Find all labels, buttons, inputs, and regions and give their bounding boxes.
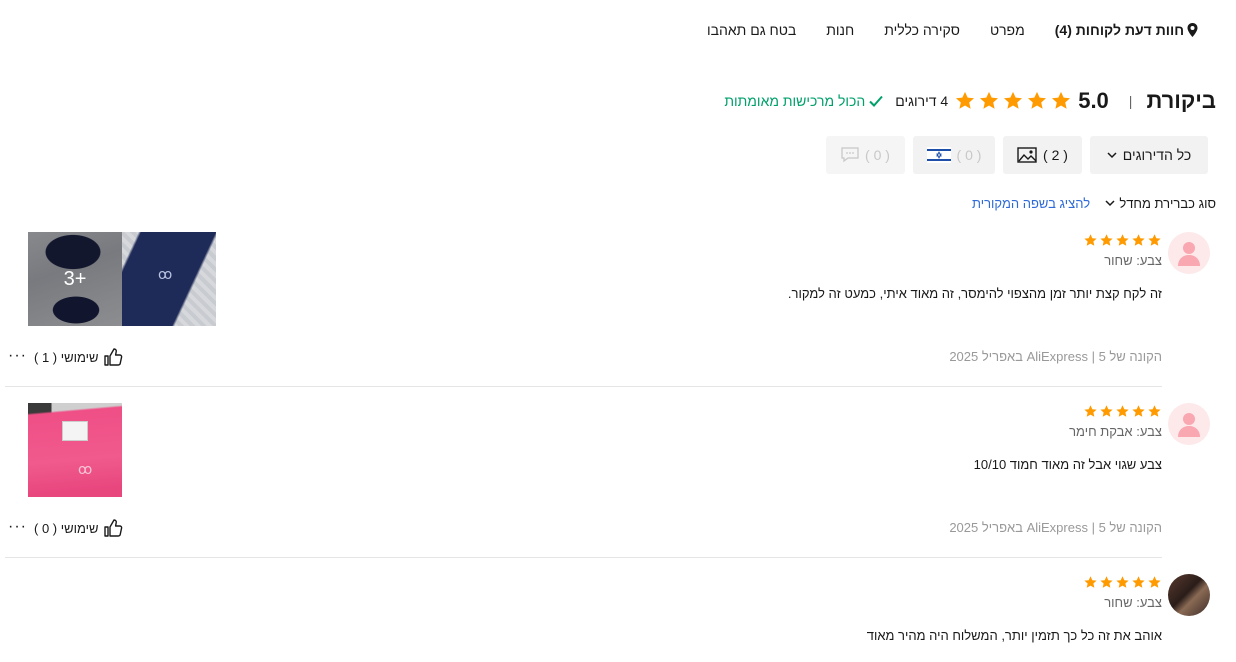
tab-specifications[interactable]: מפרט [990, 22, 1025, 38]
review-meta: הקונה של AliExpress | 5 באפריל 2025 [949, 520, 1162, 535]
star-icon [1004, 91, 1023, 109]
tab-label: חנות [826, 22, 855, 38]
review-photo-more[interactable]: 3+ [28, 232, 122, 326]
review-text: אוהב את זה כל כך תזמין יותר, המשלוח היה … [866, 628, 1162, 643]
star-icon [1028, 91, 1047, 109]
avatar [1168, 232, 1210, 274]
verified-purchases: הכול מרכישות מאומתות [724, 93, 883, 109]
tab-store[interactable]: חנות [826, 22, 854, 38]
helpful-button[interactable]: שימושי ( 0 ) [34, 518, 123, 538]
filter-local-country[interactable]: ( 0 ) [913, 136, 995, 174]
user-icon [1178, 242, 1200, 266]
header-separator: | [1128, 93, 1133, 109]
comments-count: ( 0 ) [865, 147, 890, 163]
review-tabs: חוות דעת לקוחות (4) מפרט סקירה כללית חנו… [707, 20, 1198, 40]
show-original-language-link[interactable]: להציג בשפה המקורית [972, 196, 1090, 211]
review-color-variant: צבע: אבקת חימר [1069, 424, 1162, 439]
reviews-title: ביקורת [1146, 88, 1216, 113]
star-icon [1100, 576, 1113, 588]
user-icon [1178, 413, 1200, 437]
review-stars [1083, 404, 1162, 419]
divider [5, 557, 1162, 558]
star-icon [1148, 405, 1161, 417]
review-meta: הקונה של AliExpress | 5 באפריל 2025 [949, 349, 1162, 364]
star-icon [1116, 576, 1129, 588]
review-stars [1083, 233, 1162, 248]
star-icon [1052, 91, 1071, 109]
logo-mark: ꝏ [158, 266, 173, 282]
tab-overview[interactable]: סקירה כללית [884, 22, 960, 38]
chevron-down-icon [1107, 151, 1117, 158]
star-icon [1148, 234, 1161, 246]
avatar [1168, 403, 1210, 445]
reviews-header: ביקורת | 5.0 4 דירוגים הכול מרכישות מאומ… [724, 88, 1216, 114]
chevron-down-icon [1105, 200, 1115, 207]
avatar [1168, 574, 1210, 616]
verified-label: הכול מרכישות מאומתות [724, 93, 866, 109]
star-icon [1084, 405, 1097, 417]
star-icon [1148, 576, 1161, 588]
star-icon [1084, 576, 1097, 588]
tab-customer-reviews[interactable]: חוות דעת לקוחות (4) [1055, 22, 1198, 38]
star-icon [1100, 234, 1113, 246]
star-icon [1132, 234, 1145, 246]
filter-with-comments[interactable]: ( 0 ) [826, 136, 905, 174]
star-icon [1116, 234, 1129, 246]
tab-recommendations[interactable]: בטח גם תאהבו [707, 22, 796, 38]
tab-label: חוות דעת לקוחות (4) [1054, 22, 1184, 38]
review-text: צבע שגוי אבל זה מאוד חמוד 10/10 [973, 457, 1162, 472]
image-icon [1017, 147, 1037, 163]
star-icon [1116, 405, 1129, 417]
helpful-label: שימושי ( 0 ) [34, 520, 99, 536]
star-icon [980, 91, 999, 109]
thumbs-up-icon [103, 519, 122, 537]
helpful-button[interactable]: שימושי ( 1 ) [34, 347, 123, 367]
more-photos-overlay: 3+ [28, 232, 122, 326]
star-icon [1132, 576, 1145, 588]
star-icon [956, 91, 975, 109]
more-options-button[interactable]: ··· [8, 519, 27, 535]
israel-flag-icon [926, 147, 951, 163]
review-stars [1083, 575, 1162, 590]
average-stars [954, 90, 1072, 112]
rating-count: 4 דירוגים [895, 93, 949, 109]
all-ratings-label: כל הדירוגים [1122, 147, 1192, 163]
photos-count: ( 2 ) [1043, 147, 1068, 163]
star-icon [1100, 405, 1113, 417]
helpful-label: שימושי ( 1 ) [34, 349, 99, 365]
product-tag [62, 421, 88, 441]
review-photo[interactable]: ꝏ [28, 403, 122, 497]
review-color-variant: צבע: שחור [1104, 253, 1162, 268]
logo-mark: ꝏ [78, 461, 93, 477]
comment-icon [841, 147, 859, 163]
map-pin-icon [1187, 23, 1198, 37]
filter-with-photos[interactable]: ( 2 ) [1003, 136, 1082, 174]
local-count: ( 0 ) [956, 147, 982, 163]
check-icon [869, 95, 883, 107]
review-color-variant: צבע: שחור [1104, 595, 1162, 610]
tab-label: סקירה כללית [884, 22, 960, 38]
review-text: זה לקח קצת יותר זמן מהצפוי להימסר, זה מא… [787, 286, 1162, 301]
average-score: 5.0 [1078, 88, 1109, 113]
all-ratings-dropdown[interactable]: כל הדירוגים [1090, 136, 1208, 174]
more-options-button[interactable]: ··· [8, 348, 27, 364]
review-photo[interactable]: ꝏ [122, 232, 216, 326]
sort-dropdown[interactable]: סוג כברירת מחדל [1105, 196, 1216, 211]
star-icon [1132, 405, 1145, 417]
sort-label: סוג כברירת מחדל [1119, 196, 1216, 211]
tab-label: מפרט [989, 22, 1025, 38]
star-icon [1084, 234, 1097, 246]
tab-label: בטח גם תאהבו [706, 22, 797, 38]
thumbs-up-icon [103, 348, 122, 366]
review-filters: כל הדירוגים ( 2 ) ( 0 ) ( 0 ) [826, 136, 1208, 174]
divider [5, 386, 1162, 387]
